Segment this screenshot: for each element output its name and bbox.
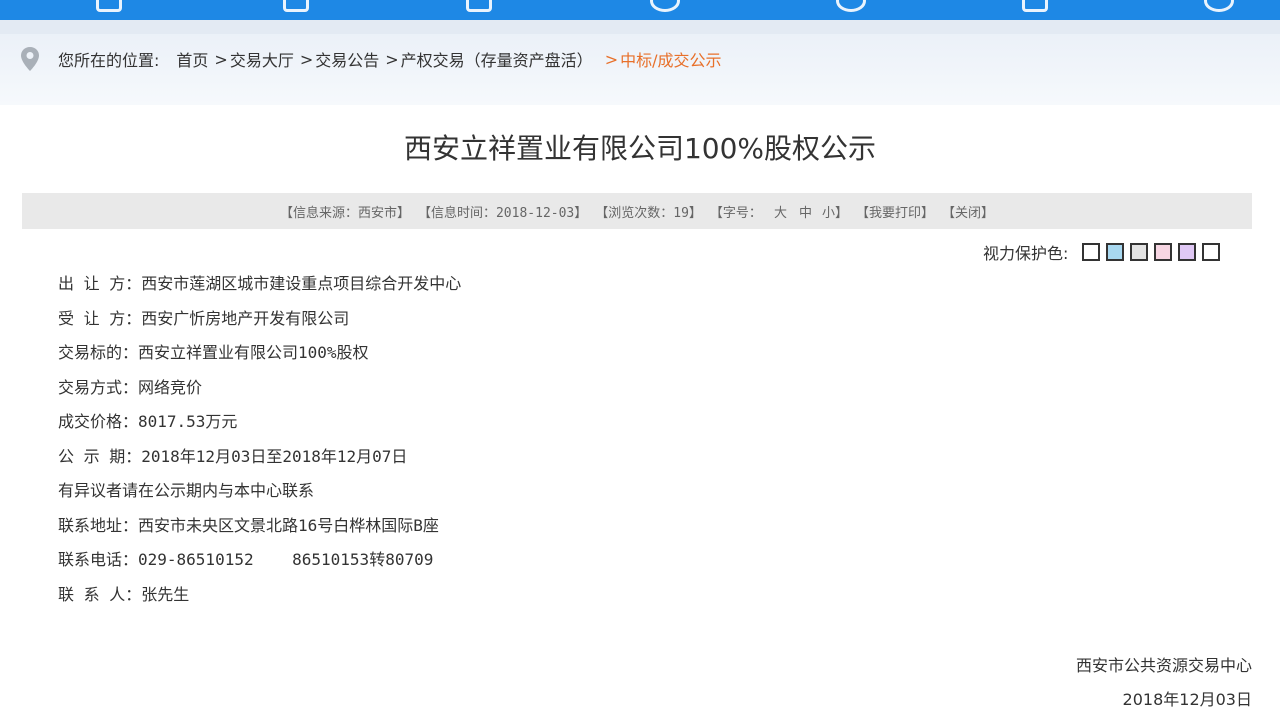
color-swatch-3[interactable] bbox=[1130, 243, 1149, 261]
nav-icon-6[interactable] bbox=[1022, 0, 1048, 12]
breadcrumb-separator: > bbox=[385, 49, 399, 69]
page-title: 西安立祥置业有限公司100%股权公示 bbox=[403, 132, 877, 165]
footer-date: 2018年12月03日 bbox=[1122, 690, 1252, 709]
breadcrumb: 您所在的位置: 首页 > 交易大厅 > 交易公告 > 产权交易（存量资产盘活） … bbox=[20, 46, 722, 72]
print-button[interactable]: 【我要打印】 bbox=[856, 202, 934, 221]
color-swatch-2[interactable] bbox=[1106, 243, 1125, 261]
color-swatch-6[interactable] bbox=[1202, 243, 1221, 261]
nav-icon-7[interactable] bbox=[1204, 0, 1234, 12]
color-swatch-1[interactable] bbox=[1082, 243, 1101, 261]
content-line: 有异议者请在公示期内与本中心联系 bbox=[58, 481, 315, 500]
content-line: 公 示 期：2018年12月03日至2018年12月07日 bbox=[58, 446, 408, 466]
breadcrumb-separator: > bbox=[604, 49, 619, 69]
font-size-large-button[interactable]: 大 bbox=[774, 202, 787, 221]
color-swatch-5[interactable] bbox=[1178, 243, 1197, 261]
vision-label: 视力保护色: bbox=[983, 244, 1069, 263]
content-line: 交易标的：西安立祥置业有限公司100%股权 bbox=[58, 343, 369, 362]
content-line: 出 让 方：西安市莲湖区城市建设重点项目综合开发中心 bbox=[58, 274, 462, 293]
top-nav-bar bbox=[0, 0, 1280, 20]
breadcrumb-trading-hall[interactable]: 交易大厅 bbox=[230, 47, 294, 71]
color-swatches bbox=[1082, 243, 1226, 261]
info-time: 【信息时间：2018-12-03】 bbox=[417, 205, 588, 221]
color-swatch-4[interactable] bbox=[1154, 243, 1173, 261]
breadcrumb-current[interactable]: 中标/成交公示 bbox=[620, 47, 721, 71]
article-info-bar: 【信息来源：西安市】 【信息时间：2018-12-03】 【浏览次数：19】 【… bbox=[22, 193, 1252, 229]
breadcrumb-separator: > bbox=[299, 49, 314, 69]
breadcrumb-home[interactable]: 首页 bbox=[176, 47, 208, 71]
breadcrumb-separator: > bbox=[214, 49, 228, 69]
content-line: 成交价格：8017.53万元 bbox=[58, 412, 238, 431]
breadcrumb-prefix: 您所在的位置: bbox=[58, 51, 160, 70]
content-line: 联系电话：029-86510152 86510153转80709 bbox=[58, 550, 434, 569]
nav-icon-1[interactable] bbox=[96, 0, 122, 12]
close-button[interactable]: 【关闭】 bbox=[942, 202, 994, 221]
font-size-small-button[interactable]: 小】 bbox=[822, 202, 848, 221]
nav-icon-5[interactable] bbox=[836, 0, 866, 12]
info-source: 【信息来源：西安市】 bbox=[279, 205, 410, 221]
content-line: 联系地址：西安市未央区文景北路16号白桦林国际B座 bbox=[58, 515, 439, 535]
nav-icon-2[interactable] bbox=[283, 0, 309, 12]
content-line: 受 让 方：西安广忻房地产开发有限公司 bbox=[58, 308, 350, 328]
footer-org: 西安市公共资源交易中心 bbox=[1075, 656, 1252, 675]
content-line: 联 系 人：张先生 bbox=[58, 584, 190, 604]
vision-protection: 视力保护色: bbox=[983, 240, 1226, 264]
location-pin-icon bbox=[21, 47, 39, 71]
content-line: 交易方式：网络竞价 bbox=[58, 377, 203, 397]
info-views: 【浏览次数：19】 bbox=[595, 205, 702, 221]
article-content: 出 让 方：西安市莲湖区城市建设重点项目综合开发中心受 让 方：西安广忻房地产开… bbox=[58, 270, 461, 615]
nav-icon-3[interactable] bbox=[466, 0, 492, 12]
breadcrumb-property-trading[interactable]: 产权交易（存量资产盘活） bbox=[401, 47, 593, 71]
nav-icon-4[interactable] bbox=[650, 0, 680, 12]
info-font-label: 【字号： bbox=[709, 205, 762, 221]
breadcrumb-announcements[interactable]: 交易公告 bbox=[315, 47, 379, 71]
font-size-medium-button[interactable]: 中 bbox=[799, 202, 812, 221]
